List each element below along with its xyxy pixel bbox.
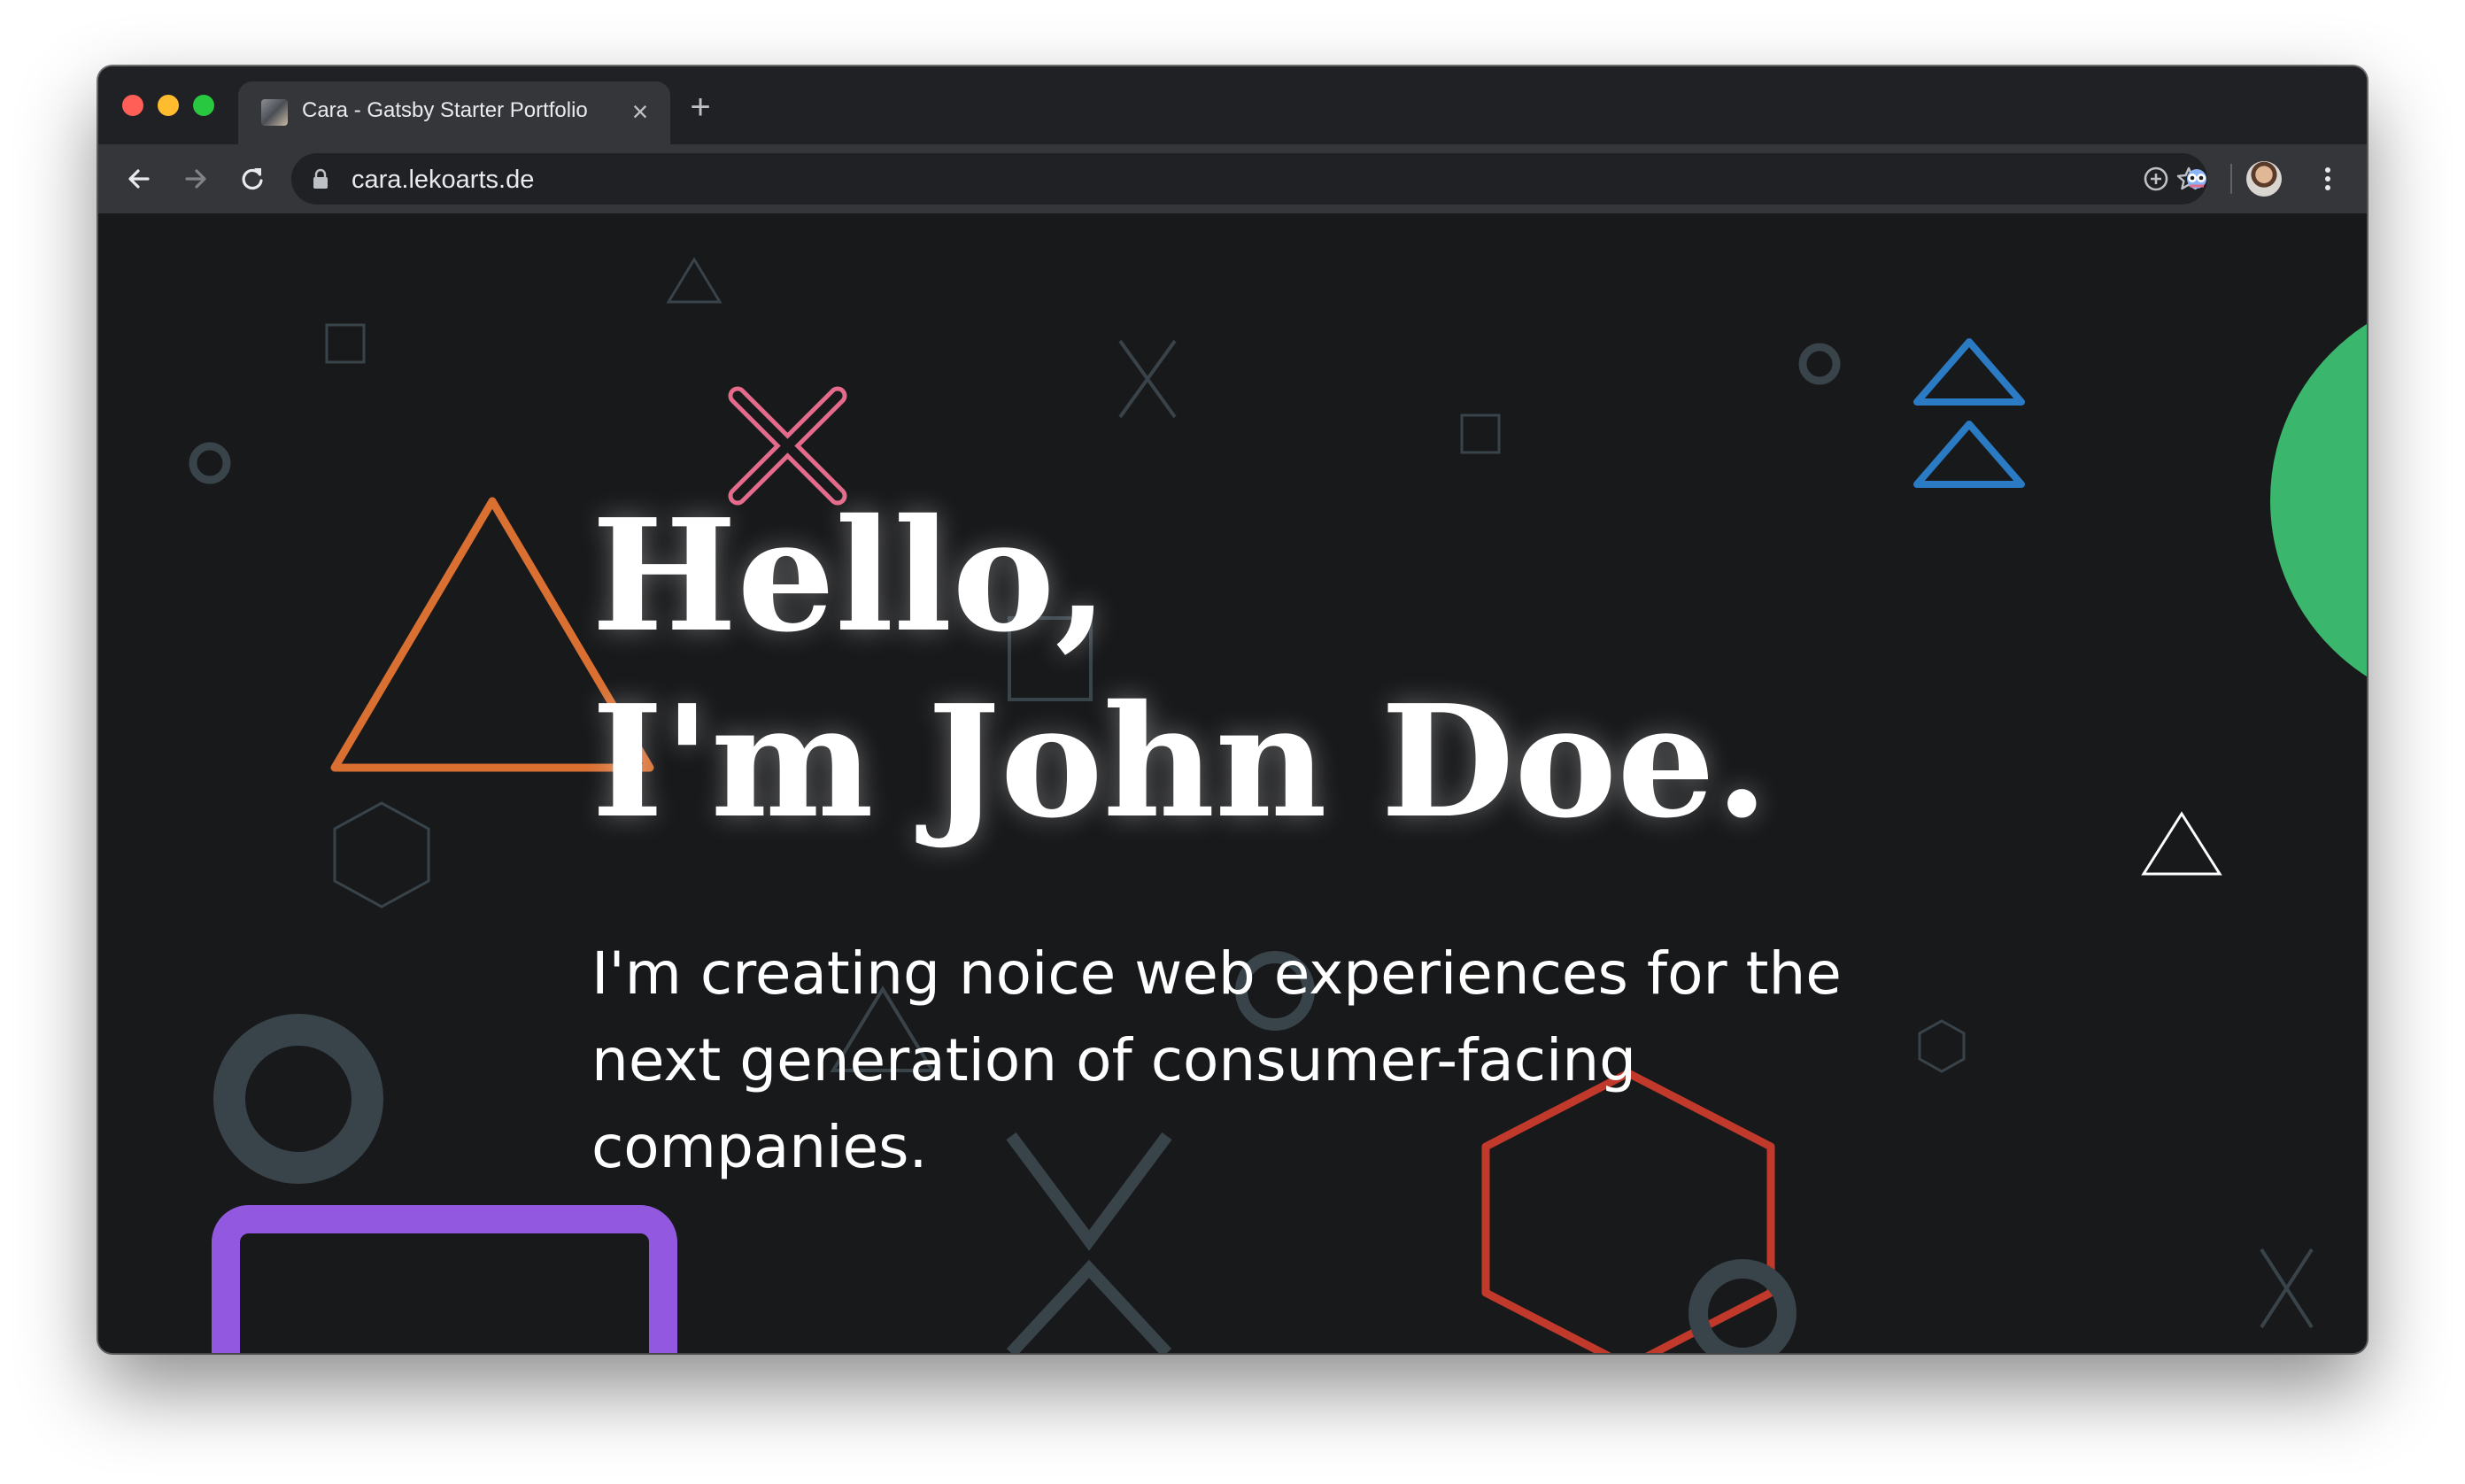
reload-icon[interactable] — [233, 159, 272, 198]
hero-description: I'm creating noice web experiences for t… — [591, 939, 1842, 1181]
small-triangle-icon — [666, 257, 722, 304]
blue-triangle-icon — [1913, 338, 2025, 406]
small-square-icon — [325, 323, 366, 364]
plus-icon[interactable]: + — [683, 89, 718, 125]
blue-triangle-icon — [1913, 421, 2025, 488]
address-bar[interactable]: cara.lekoarts.de — [291, 153, 2207, 205]
forward-arrow-icon[interactable] — [176, 159, 215, 198]
tab-strip: Cara - Gatsby Starter Portfolio × + — [98, 66, 2367, 144]
close-window-button[interactable] — [122, 95, 143, 116]
minimize-window-button[interactable] — [158, 95, 179, 116]
toolbar-divider — [2230, 164, 2232, 194]
small-ring-icon — [1798, 343, 1841, 385]
small-cross-icon — [1118, 339, 1177, 419]
large-ring-icon — [213, 1014, 383, 1184]
purple-square-icon — [212, 1205, 677, 1353]
hero-greeting-line2: I'm John Doe. — [591, 672, 1769, 853]
zoom-window-button[interactable] — [193, 95, 214, 116]
small-cross-icon — [2260, 1248, 2314, 1329]
hexagon-icon — [333, 801, 430, 908]
small-square-icon — [1460, 414, 1501, 454]
hero-heading: Hello, I'm John Doe. — [591, 483, 2008, 855]
browser-window: Cara - Gatsby Starter Portfolio × + cara… — [98, 66, 2367, 1353]
chevron-up-icon — [1006, 1259, 1172, 1353]
pink-cross-icon — [728, 386, 847, 506]
extension-icon[interactable] — [2177, 159, 2216, 198]
page-viewport: Hello, I'm John Doe. I'm creating noice … — [98, 213, 2367, 1353]
browser-toolbar: cara.lekoarts.de — [98, 144, 2367, 213]
add-circle-icon[interactable] — [2142, 165, 2170, 193]
close-tab-icon[interactable]: × — [624, 96, 656, 128]
tab-title: Cara - Gatsby Starter Portfolio — [302, 98, 588, 122]
small-ring-icon — [189, 442, 231, 484]
site-favicon-icon — [261, 99, 288, 126]
hero-section: Hello, I'm John Doe. I'm creating noice … — [591, 483, 2008, 1191]
url-text: cara.lekoarts.de — [352, 166, 535, 194]
green-ring-icon — [2270, 324, 2367, 676]
hero-greeting-line1: Hello, — [591, 486, 1109, 667]
back-arrow-icon[interactable] — [120, 159, 158, 198]
profile-avatar[interactable] — [2246, 161, 2282, 197]
lock-icon — [313, 168, 328, 189]
white-triangle-icon — [2141, 811, 2222, 876]
menu-kebab-icon[interactable] — [2308, 159, 2347, 198]
tab-active[interactable]: Cara - Gatsby Starter Portfolio × — [238, 81, 670, 144]
